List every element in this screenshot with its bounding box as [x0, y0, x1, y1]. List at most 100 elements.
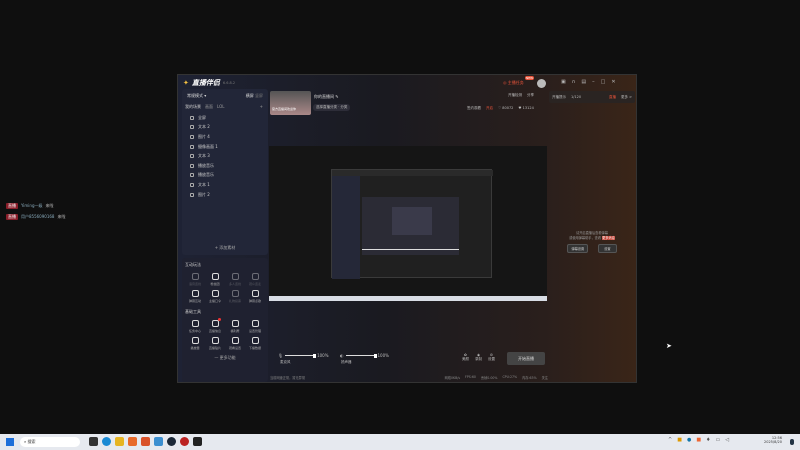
tool-live-info[interactable]: 直播信息 [205, 318, 225, 333]
tool-gift-vote[interactable]: 礼物投票 [225, 290, 245, 303]
tool-player[interactable]: 播放器 [185, 337, 205, 350]
scene-panel: 常规模式 ▾ 横屏 竖屏 我的场景 画面 LOL + 全屏 文本 2 图片 4 … [182, 89, 268, 255]
avatar[interactable] [537, 79, 546, 88]
mic-volume-slider[interactable] [285, 353, 317, 358]
chat-count: 1/120 [571, 95, 582, 99]
home-icon [211, 337, 219, 344]
add-scene-button[interactable]: + [260, 104, 263, 110]
app-icon[interactable] [154, 437, 163, 446]
source-item[interactable]: 全屏 [182, 113, 268, 123]
app-icon[interactable] [115, 437, 124, 446]
app-icon[interactable] [180, 437, 189, 446]
text-icon [190, 182, 194, 187]
tab-portrait[interactable]: 竖屏 [255, 93, 263, 98]
tool-fan-club[interactable]: 粉丝团 [205, 273, 225, 286]
date: 2025/8/20 [764, 440, 782, 444]
tool-label: 弹幕互动 [188, 299, 201, 303]
minimize-icon[interactable]: – [592, 79, 595, 85]
tool-command[interactable]: 主播口令 [205, 290, 225, 303]
source-item[interactable]: 摄像画面 1 [182, 142, 268, 152]
live-companion-icon[interactable] [128, 437, 137, 446]
scene-tab[interactable]: LOL [217, 104, 224, 110]
tab-stream-tips[interactable]: 开播提示 [552, 95, 566, 100]
mouse-cursor: ➤ [666, 342, 672, 350]
volume-icon[interactable]: ◁ [725, 437, 729, 443]
add-source-button[interactable]: + 添加素材 [182, 245, 268, 251]
stream-cover[interactable]: 官方直播间欢迎你 [270, 91, 311, 115]
stream-title[interactable]: 你的直播间 ✎ [314, 94, 339, 100]
source-item[interactable]: 文本 2 [182, 123, 268, 133]
mode-dropdown[interactable]: 常规模式 ▾ [187, 93, 206, 99]
app-icon[interactable] [193, 437, 202, 446]
windows-start-icon[interactable] [6, 438, 14, 446]
tool-song[interactable]: 弹幕点歌 [245, 290, 265, 303]
shield-icon [211, 273, 219, 280]
chat-header: 开播提示 1/120 直播 更多 > [549, 91, 635, 103]
stream-preview[interactable] [269, 146, 547, 301]
maximize-icon[interactable]: □ [601, 79, 606, 85]
tool-manage[interactable]: 设置管理 [245, 320, 265, 333]
tool-voice-link[interactable]: 语音连线 [185, 273, 205, 286]
task-button[interactable]: ◎ 主播任务 NEW [503, 76, 535, 86]
notification-list: 直播 Yiming一级 来啦 直播 用户8556090168 来啦 [6, 203, 65, 220]
status-network: 网络0KB/s [444, 376, 460, 380]
chevron-up-icon[interactable]: ^ [668, 437, 672, 443]
mic-volume-value: 100% [317, 353, 329, 358]
source-item[interactable]: 文本 1 [182, 180, 268, 190]
edge-icon[interactable] [102, 437, 111, 446]
copy-icon [231, 337, 239, 344]
more-messages-link[interactable]: 更多消息 [602, 236, 615, 240]
live-tab[interactable]: 直播 [609, 95, 616, 100]
tool-task-center[interactable]: 任务中心 [185, 320, 205, 333]
link-icon [231, 273, 239, 280]
network-icon[interactable]: ▭ [716, 437, 721, 443]
status-follow[interactable]: 关注 [542, 375, 548, 380]
headset-icon[interactable]: ∩ [572, 79, 576, 85]
tool-multi-link[interactable]: 多人连线 [225, 273, 245, 286]
share-button[interactable]: 分享 [527, 93, 534, 98]
source-item[interactable]: 文本 3 [182, 151, 268, 161]
clock[interactable]: 12:56 2025/8/20 [764, 436, 782, 444]
app-tray-icon[interactable]: ■ [696, 437, 701, 443]
tool-danmaku[interactable]: 弹幕互动 [185, 290, 205, 303]
status-fps: FPS:60 [465, 375, 476, 379]
gift-icon[interactable]: ▣ [561, 79, 566, 85]
source-item[interactable]: 播放音乐 [182, 171, 268, 181]
source-item[interactable]: 图片 2 [182, 190, 268, 200]
book-icon[interactable]: ▤ [581, 79, 586, 85]
folder-icon[interactable]: ■ [677, 437, 682, 443]
settings-button[interactable]: ⚙ 设置 [488, 353, 495, 362]
mic-tray-icon[interactable]: ♦ [706, 437, 710, 443]
category-selector[interactable]: 选择直播分类 · 分类 [313, 104, 351, 111]
tool-audience-mic[interactable]: 观众连麦 [245, 273, 265, 286]
record-button[interactable]: ◉ 录制 [475, 353, 482, 362]
source-item[interactable]: 图片 4 [182, 132, 268, 142]
control-bar: 🎙 100% 麦克风 ◐ 100% 扬声器 ✿ 美颜 ◉ 录制 ⚙ 设置 开始直播 [270, 351, 550, 371]
tool-view-settings[interactable]: 观看设置 [225, 337, 245, 350]
search-box[interactable]: ⌕ 搜索 [20, 437, 80, 447]
steam-icon[interactable] [167, 437, 176, 446]
tool-welfare[interactable]: 福利屋 [225, 320, 245, 333]
taskview-icon[interactable] [89, 437, 98, 446]
more-functions-button[interactable]: — 更多功能 [182, 350, 268, 361]
more-button[interactable]: 更多 > [621, 95, 632, 100]
manage-icon [251, 320, 259, 327]
notification-icon[interactable] [790, 439, 794, 445]
office-icon[interactable] [141, 437, 150, 446]
beauty-button[interactable]: ✿ 美颜 [462, 353, 469, 362]
stream-check-button[interactable]: 开播检测 [508, 93, 522, 98]
start-live-button[interactable]: 开始直播 [507, 352, 545, 365]
scene-tab[interactable]: 画面 [205, 104, 213, 110]
source-item[interactable]: 播放音乐 [182, 161, 268, 171]
signed-toggle[interactable]: 开启 [486, 106, 493, 111]
text-icon [190, 125, 194, 130]
chat-settings-button[interactable]: 设置 [598, 244, 617, 253]
speaker-label: 扬声器 [341, 360, 352, 364]
close-icon[interactable]: ✕ [611, 79, 615, 85]
speaker-volume-slider[interactable] [345, 353, 377, 358]
tool-stats[interactable]: 下播数据 [245, 337, 265, 350]
tool-sticker[interactable]: 直播贴片 [205, 337, 225, 350]
danmaku-settings-button[interactable]: 弹幕设置 [567, 244, 589, 253]
steam-tray-icon[interactable]: ● [687, 437, 691, 443]
tab-landscape[interactable]: 横屏 [246, 93, 254, 98]
